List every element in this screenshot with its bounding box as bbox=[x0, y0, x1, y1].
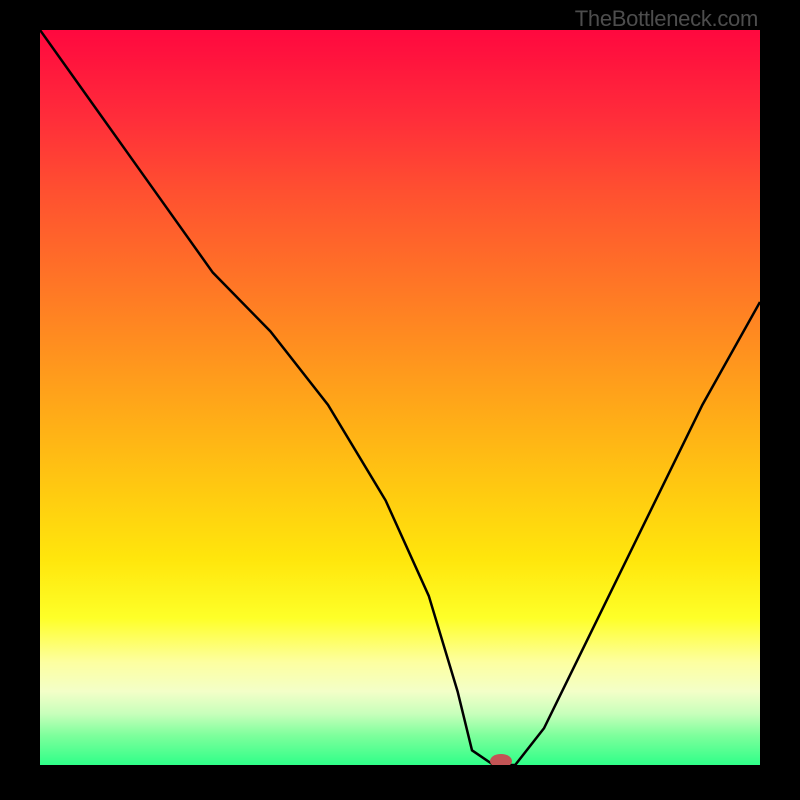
attribution-text: TheBottleneck.com bbox=[575, 6, 758, 32]
bottleneck-curve bbox=[40, 30, 760, 765]
plot-area bbox=[40, 30, 760, 765]
chart-svg bbox=[40, 30, 760, 765]
chart-frame: TheBottleneck.com bbox=[0, 0, 800, 800]
optimal-point-marker bbox=[490, 754, 512, 765]
